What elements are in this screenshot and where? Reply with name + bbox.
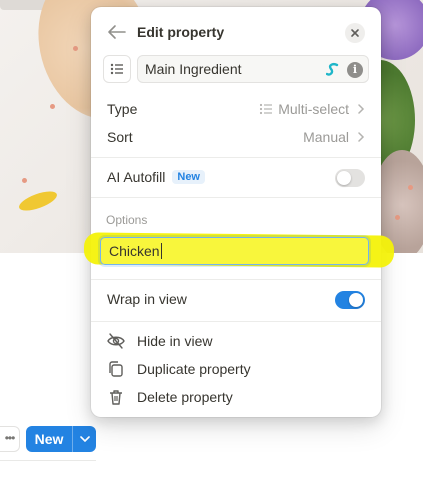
sort-label: Sort (107, 129, 133, 145)
chevron-right-icon (358, 104, 365, 114)
new-button[interactable]: New (26, 426, 96, 452)
edit-property-panel: Edit property Main Ingredient i Type Mul… (91, 7, 381, 417)
delete-property-label: Delete property (137, 389, 233, 405)
type-value-text: Multi-select (278, 101, 349, 117)
sort-row[interactable]: Sort Manual (91, 123, 381, 151)
trash-icon (110, 390, 122, 405)
chevron-right-icon (358, 132, 365, 142)
type-label: Type (107, 101, 138, 117)
option-input-value: Chicken (109, 243, 160, 259)
new-button-label[interactable]: New (26, 431, 72, 447)
hide-in-view-item[interactable]: Hide in view (91, 327, 381, 355)
new-badge: New (172, 170, 205, 184)
wrap-in-view-label: Wrap in view (107, 291, 187, 307)
wrap-in-view-row[interactable]: Wrap in view (91, 285, 381, 313)
wrap-in-view-toggle[interactable] (335, 291, 365, 309)
type-value: Multi-select (259, 101, 349, 117)
list-icon[interactable] (103, 55, 131, 83)
sparkle-icon[interactable] (325, 62, 340, 78)
delete-property-item[interactable]: Delete property (91, 383, 381, 411)
close-icon[interactable] (345, 23, 365, 43)
panel-title: Edit property (137, 24, 225, 40)
info-icon[interactable]: i (347, 62, 363, 78)
chevron-down-icon[interactable] (73, 436, 96, 442)
panel-header: Edit property (91, 7, 381, 57)
more-options-button[interactable]: ••• (0, 426, 20, 452)
sort-value: Manual (303, 129, 349, 145)
property-name-input[interactable]: Main Ingredient i (137, 55, 369, 83)
divider (0, 460, 96, 461)
duplicate-property-item[interactable]: Duplicate property (91, 355, 381, 383)
divider (91, 157, 381, 158)
divider (91, 279, 381, 280)
type-row[interactable]: Type Multi-select (91, 95, 381, 123)
duplicate-icon (109, 361, 123, 377)
ai-autofill-label: AI Autofill (107, 169, 166, 185)
options-label: Options (106, 213, 148, 227)
multi-select-icon (260, 103, 273, 115)
duplicate-property-label: Duplicate property (137, 361, 251, 377)
text-cursor (160, 243, 162, 259)
ai-autofill-toggle[interactable] (335, 169, 365, 187)
ai-autofill-label-group: AI Autofill New (107, 169, 205, 185)
divider (91, 321, 381, 322)
hide-in-view-label: Hide in view (137, 333, 213, 349)
option-input[interactable]: Chicken (100, 237, 369, 265)
property-name-row: Main Ingredient i (103, 55, 369, 83)
eye-slash-icon (107, 333, 125, 349)
property-name-value: Main Ingredient (145, 61, 242, 77)
back-arrow-icon[interactable] (107, 23, 127, 41)
divider (91, 197, 381, 198)
ai-autofill-row[interactable]: AI Autofill New (91, 163, 381, 191)
